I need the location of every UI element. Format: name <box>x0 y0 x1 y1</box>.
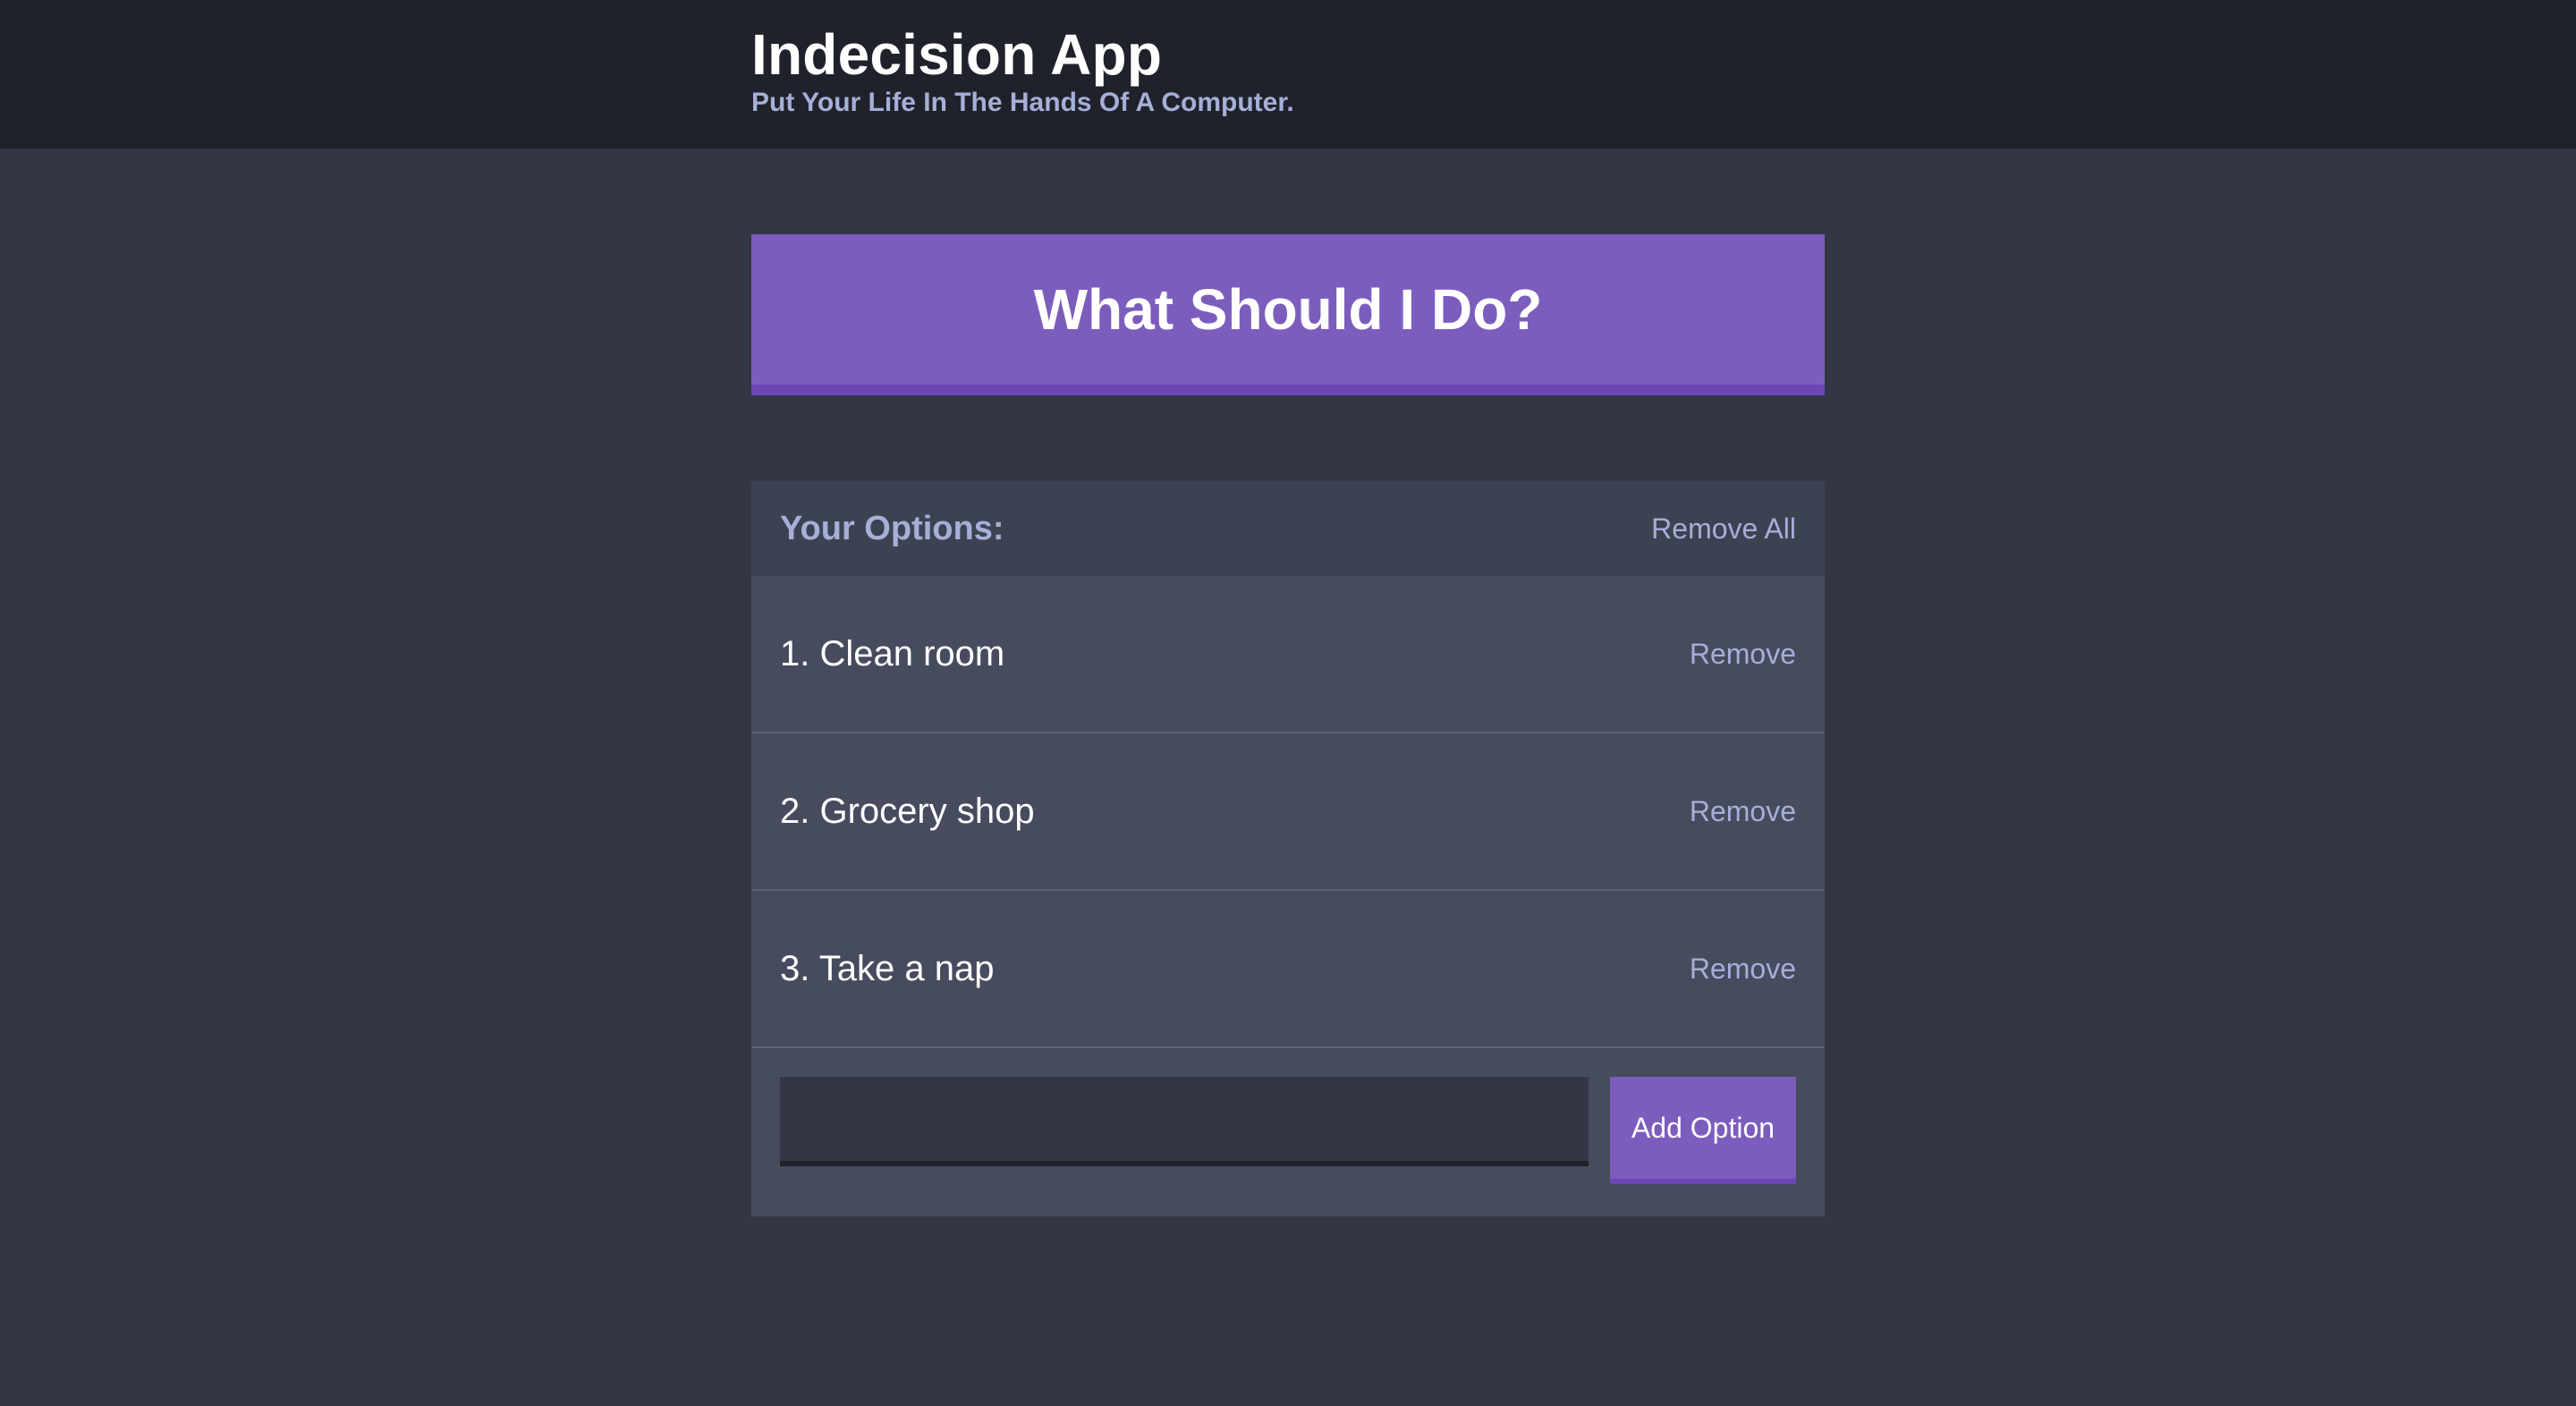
option-input[interactable] <box>780 1077 1589 1166</box>
what-should-i-do-button[interactable]: What Should I Do? <box>751 234 1825 395</box>
remove-all-button[interactable]: Remove All <box>1651 481 1796 576</box>
option-item-2: 2. Grocery shop Remove <box>751 733 1825 891</box>
options-header: Your Options: Remove All <box>751 481 1825 576</box>
option-text: 3. Take a nap <box>780 949 995 988</box>
remove-option-button[interactable]: Remove <box>1690 733 1796 889</box>
option-item-3: 3. Take a nap Remove <box>751 891 1825 1048</box>
add-option-button[interactable]: Add Option <box>1610 1077 1796 1184</box>
options-widget: Your Options: Remove All 1. Clean room R… <box>751 481 1825 1216</box>
add-option-form: Add Option <box>751 1048 1825 1216</box>
option-text: 1. Clean room <box>780 634 1005 673</box>
option-item-1: 1. Clean room Remove <box>751 576 1825 733</box>
main-container: What Should I Do? Your Options: Remove A… <box>751 0 1825 1406</box>
option-text: 2. Grocery shop <box>780 792 1035 831</box>
remove-option-button[interactable]: Remove <box>1690 891 1796 1046</box>
remove-option-button[interactable]: Remove <box>1690 576 1796 732</box>
options-title: Your Options: <box>780 510 1004 547</box>
